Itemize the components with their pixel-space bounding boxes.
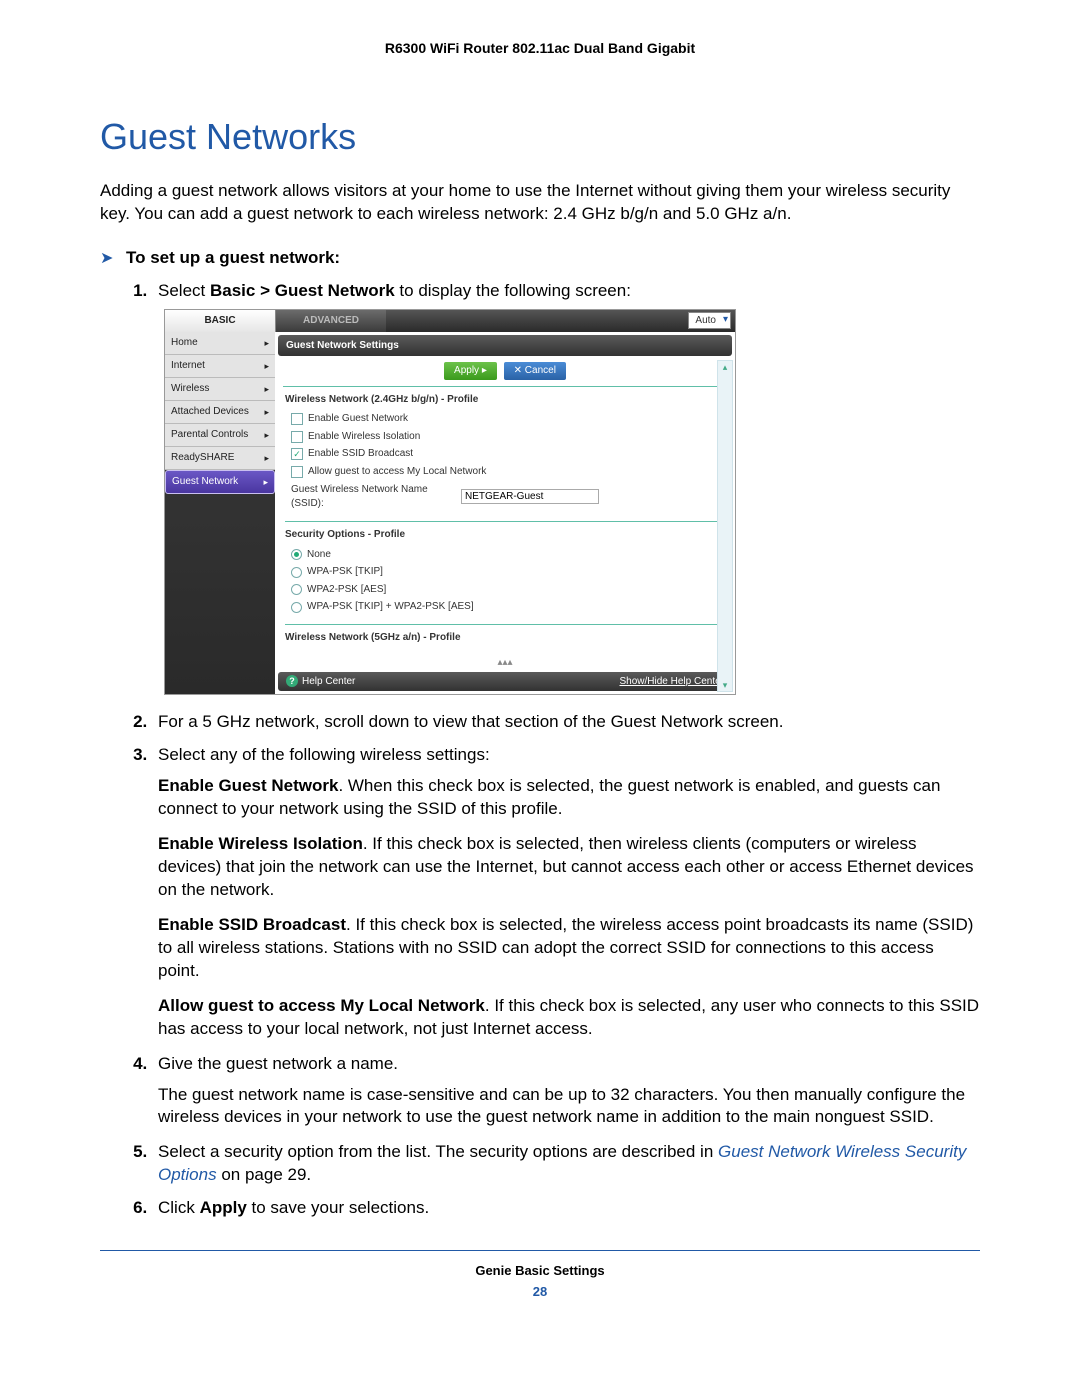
collapse-arrow-icon[interactable]: ▴▴▴ xyxy=(275,656,735,672)
tab-basic[interactable]: BASIC xyxy=(165,310,276,332)
sidebar-item-parental-controls[interactable]: Parental Controls ▸ xyxy=(165,424,275,447)
page-number: 28 xyxy=(100,1284,980,1299)
step1-path: Basic > Guest Network xyxy=(210,281,395,300)
sidebar-item-readyshare[interactable]: ReadySHARE ▸ xyxy=(165,447,275,470)
sidebar-item-label: ReadySHARE xyxy=(171,451,234,465)
chevron-right-icon: ▸ xyxy=(264,429,269,441)
ssid-label: Guest Wireless Network Name (SSID): xyxy=(291,483,461,510)
allow-local-label: Allow guest to access My Local Network xyxy=(158,996,485,1015)
tab-bar: BASIC ADVANCED Auto xyxy=(165,310,735,332)
step-2: For a 5 GHz network, scroll down to view… xyxy=(152,711,980,734)
show-hide-help-link[interactable]: Show/Hide Help Center xyxy=(620,675,725,689)
radio-label: WPA2-PSK [AES] xyxy=(307,583,386,597)
sidebar-item-label: Internet xyxy=(171,359,205,373)
chevron-right-icon: ▸ xyxy=(264,337,269,349)
radio-wpa2-psk[interactable]: WPA2-PSK [AES] xyxy=(285,581,725,599)
sidebar: Home ▸ Internet ▸ Wireless ▸ Attached xyxy=(165,332,275,695)
radio-icon xyxy=(291,567,302,578)
apply-button[interactable]: Apply ▸ xyxy=(444,362,497,380)
radio-icon xyxy=(291,602,302,613)
checkbox-allow-local[interactable]: Allow guest to access My Local Network xyxy=(285,463,725,481)
checkbox-enable-guest[interactable]: Enable Guest Network xyxy=(285,410,725,428)
checkbox-enable-ssid-broadcast[interactable]: ✓ Enable SSID Broadcast xyxy=(285,445,725,463)
sidebar-item-label: Attached Devices xyxy=(171,405,249,419)
step4-text: Give the guest network a name. xyxy=(158,1054,398,1073)
checkbox-icon xyxy=(291,466,303,478)
main-pane: Guest Network Settings Apply ▸ ✕ Cancel … xyxy=(275,332,735,695)
document-header: R6300 WiFi Router 802.11ac Dual Band Gig… xyxy=(100,40,980,56)
step4-body: The guest network name is case-sensitive… xyxy=(158,1084,980,1130)
language-dropdown[interactable]: Auto xyxy=(688,312,731,330)
radio-none[interactable]: None xyxy=(285,546,725,564)
checkbox-icon xyxy=(291,431,303,443)
help-center-link[interactable]: ? Help Center xyxy=(286,675,355,689)
scroll-up-icon[interactable]: ▴ xyxy=(718,361,732,373)
chevron-right-icon: ▸ xyxy=(264,452,269,464)
checkbox-enable-isolation[interactable]: Enable Wireless Isolation xyxy=(285,428,725,446)
step1-text-a: Select xyxy=(158,281,210,300)
checkbox-icon: ✓ xyxy=(291,448,303,460)
intro-paragraph: Adding a guest network allows visitors a… xyxy=(100,180,980,226)
chevron-right-icon: ▸ xyxy=(264,360,269,372)
sidebar-item-label: Guest Network xyxy=(172,475,238,489)
radio-icon xyxy=(291,549,302,560)
sidebar-item-label: Home xyxy=(171,336,198,350)
step-4: Give the guest network a name. The guest… xyxy=(152,1053,980,1130)
step6-text-c: to save your selections. xyxy=(247,1198,429,1217)
checkbox-label: Enable SSID Broadcast xyxy=(308,447,413,461)
checkbox-label: Enable Wireless Isolation xyxy=(308,430,420,444)
step5-text-b: on page 29. xyxy=(217,1165,312,1184)
sidebar-item-guest-network[interactable]: Guest Network ▸ xyxy=(165,470,275,494)
help-label: Help Center xyxy=(302,676,355,687)
genie-screenshot: BASIC ADVANCED Auto Home ▸ Internet xyxy=(164,309,736,696)
step6-text-a: Click xyxy=(158,1198,200,1217)
enable-guest-label: Enable Guest Network xyxy=(158,776,338,795)
task-heading: To set up a guest network: xyxy=(126,248,340,268)
enable-ssid-label: Enable SSID Broadcast xyxy=(158,915,346,934)
sidebar-item-wireless[interactable]: Wireless ▸ xyxy=(165,378,275,401)
step-3: Select any of the following wireless set… xyxy=(152,744,980,1040)
profile-5-title: Wireless Network (5GHz a/n) - Profile xyxy=(285,631,725,645)
step-5: Select a security option from the list. … xyxy=(152,1141,980,1187)
chevron-right-icon: ▸ xyxy=(264,406,269,418)
checkbox-label: Allow guest to access My Local Network xyxy=(308,465,486,479)
chevron-right-icon: ▸ xyxy=(264,383,269,395)
enable-isolation-label: Enable Wireless Isolation xyxy=(158,834,363,853)
sidebar-item-label: Parental Controls xyxy=(171,428,248,442)
footer-divider xyxy=(100,1250,980,1251)
footer-title: Genie Basic Settings xyxy=(100,1263,980,1278)
sidebar-item-label: Wireless xyxy=(171,382,209,396)
checkbox-label: Enable Guest Network xyxy=(308,412,408,426)
radio-label: WPA-PSK [TKIP] xyxy=(307,565,383,579)
sidebar-item-home[interactable]: Home ▸ xyxy=(165,332,275,355)
profile-24-title: Wireless Network (2.4GHz b/g/n) - Profil… xyxy=(285,393,725,407)
radio-icon xyxy=(291,584,302,595)
arrow-bullet-icon: ➤ xyxy=(100,248,126,270)
checkbox-icon xyxy=(291,413,303,425)
cancel-button[interactable]: ✕ Cancel xyxy=(504,362,566,380)
chevron-right-icon: ▸ xyxy=(263,476,268,488)
radio-wpa-wpa2[interactable]: WPA-PSK [TKIP] + WPA2-PSK [AES] xyxy=(285,598,725,616)
ssid-input[interactable] xyxy=(461,489,599,504)
step5-text-a: Select a security option from the list. … xyxy=(158,1142,718,1161)
language-value[interactable]: Auto xyxy=(688,312,731,330)
radio-label: None xyxy=(307,548,331,562)
scroll-down-icon[interactable]: ▾ xyxy=(718,679,732,691)
radio-wpa-psk[interactable]: WPA-PSK [TKIP] xyxy=(285,563,725,581)
radio-label: WPA-PSK [TKIP] + WPA2-PSK [AES] xyxy=(307,600,474,614)
sidebar-item-internet[interactable]: Internet ▸ xyxy=(165,355,275,378)
section-title: Guest Networks xyxy=(100,116,980,158)
pane-title: Guest Network Settings xyxy=(278,335,732,357)
security-title: Security Options - Profile xyxy=(285,528,725,542)
step-6: Click Apply to save your selections. xyxy=(152,1197,980,1220)
scrollbar[interactable]: ▴ ▾ xyxy=(717,360,733,693)
sidebar-item-attached-devices[interactable]: Attached Devices ▸ xyxy=(165,401,275,424)
help-icon: ? xyxy=(286,675,298,687)
step3-text: Select any of the following wireless set… xyxy=(158,745,490,764)
tab-advanced[interactable]: ADVANCED xyxy=(276,310,386,332)
apply-word: Apply xyxy=(200,1198,247,1217)
step-1: Select Basic > Guest Network to display … xyxy=(152,280,980,695)
step1-text-c: to display the following screen: xyxy=(395,281,631,300)
